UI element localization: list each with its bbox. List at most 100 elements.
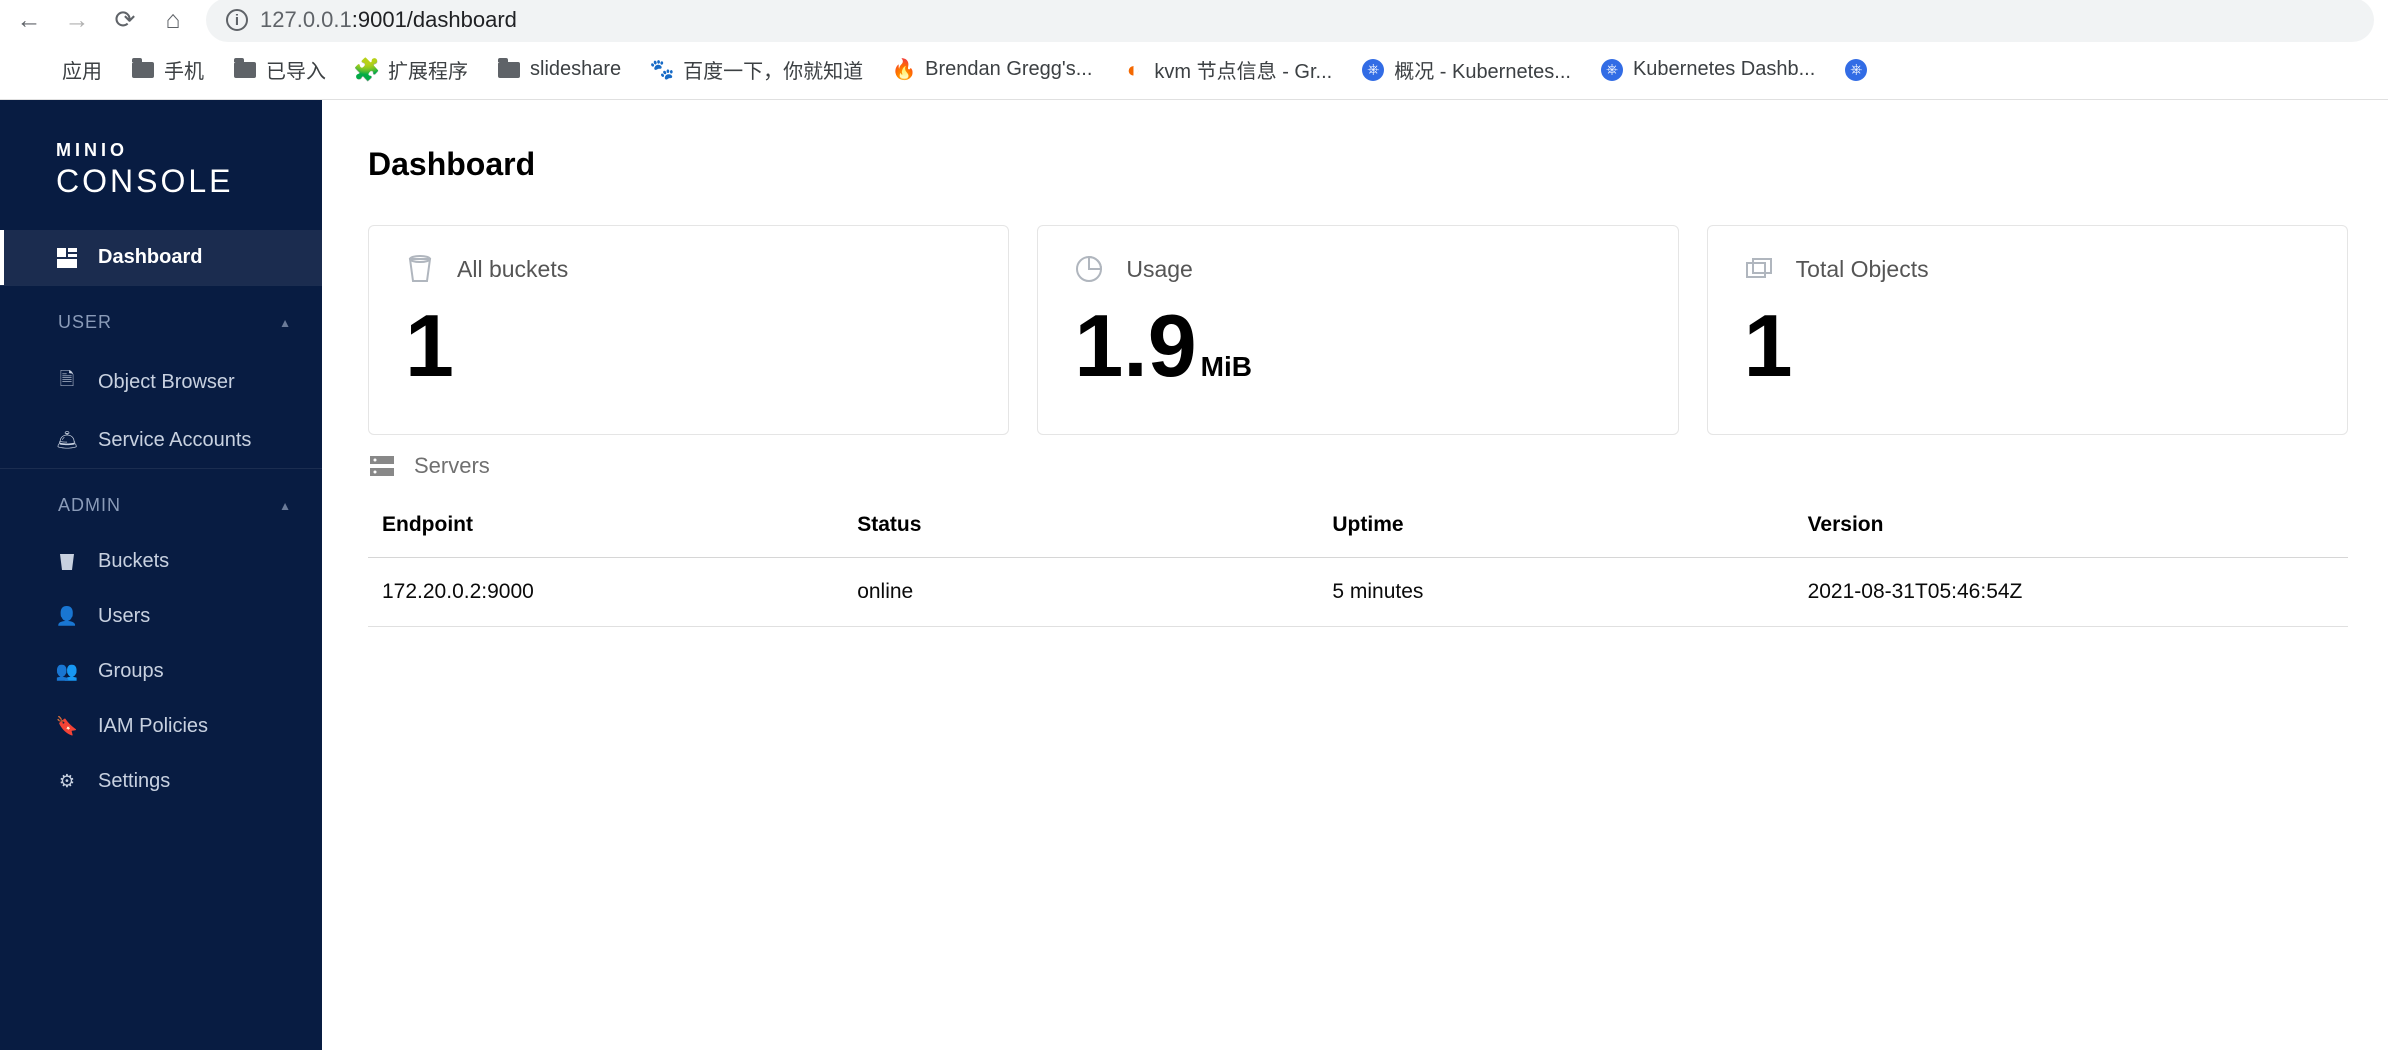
bookmark-label: 应用: [62, 55, 102, 84]
dashboard-icon: [56, 248, 78, 268]
reload-button[interactable]: ⟳: [110, 5, 140, 35]
bookmark-label: Kubernetes Dashb...: [1633, 58, 1815, 81]
kubernetes-icon: [1845, 59, 1867, 81]
sidebar-item-label: Service Accounts: [98, 429, 251, 452]
sidebar-section-label: ADMIN: [58, 495, 121, 516]
chevron-up-icon: ▲: [279, 499, 292, 513]
sidebar-item-groups[interactable]: 👥 Groups: [0, 644, 322, 699]
brand-line2: CONSOLE: [56, 163, 322, 200]
users-icon: 👥: [56, 661, 78, 682]
bookmark-label: kvm 节点信息 - Gr...: [1154, 55, 1332, 84]
bookmark-icon: 🔖: [56, 716, 78, 737]
servers-title: Servers: [414, 453, 490, 479]
main-content: Dashboard All buckets 1 Usage: [322, 100, 2388, 1050]
bookmark-label: 百度一下，你就知道: [683, 55, 863, 84]
card-usage: Usage 1.9 MiB: [1037, 225, 1678, 435]
folder-icon: [132, 59, 154, 81]
sidebar-item-label: Dashboard: [98, 246, 202, 269]
sidebar-item-buckets[interactable]: Buckets: [0, 534, 322, 589]
bookmark-extensions[interactable]: 🧩 扩展程序: [356, 55, 468, 84]
cell-version: 2021-08-31T05:46:54Z: [1794, 558, 2348, 627]
cell-status: online: [843, 558, 1318, 627]
puzzle-icon: 🧩: [356, 59, 378, 81]
sidebar-item-label: Buckets: [98, 550, 169, 573]
pie-icon: [1074, 254, 1104, 284]
browser-toolbar: ← → ⟳ ⌂ i 127.0.0.1:9001/dashboard: [0, 0, 2388, 40]
sidebar-item-iam-policies[interactable]: 🔖 IAM Policies: [0, 699, 322, 754]
sidebar-item-label: Object Browser: [98, 371, 235, 394]
grafana-icon: ◐: [1122, 59, 1144, 81]
col-status: Status: [843, 493, 1318, 558]
card-total-objects: Total Objects 1: [1707, 225, 2348, 435]
layers-icon: [1744, 254, 1774, 284]
bucket-icon: [405, 254, 435, 284]
bookmark-label: 概况 - Kubernetes...: [1394, 55, 1571, 84]
bookmark-more[interactable]: [1845, 59, 1867, 81]
address-bar[interactable]: i 127.0.0.1:9001/dashboard: [206, 0, 2374, 42]
brand-line1: MINIO: [56, 140, 322, 161]
card-value: 1.9: [1074, 302, 1196, 390]
kubernetes-icon: [1362, 59, 1384, 81]
bookmark-label: Brendan Gregg's...: [925, 58, 1092, 81]
site-info-icon[interactable]: i: [226, 9, 248, 31]
sidebar-item-label: Settings: [98, 770, 170, 793]
folder-icon: [234, 59, 256, 81]
bookmark-phone[interactable]: 手机: [132, 55, 204, 84]
bookmark-label: 扩展程序: [388, 55, 468, 84]
bookmark-kvm-grafana[interactable]: ◐ kvm 节点信息 - Gr...: [1122, 55, 1332, 84]
bookmark-apps[interactable]: 应用: [30, 55, 102, 84]
card-label: Usage: [1126, 256, 1192, 283]
gear-icon: ⚙: [56, 771, 78, 792]
sidebar-section-label: USER: [58, 312, 112, 333]
cloche-icon: 🛎: [56, 430, 78, 451]
servers-table: Endpoint Status Uptime Version 172.20.0.…: [368, 493, 2348, 627]
bookmark-label: 已导入: [266, 55, 326, 84]
servers-icon: [370, 456, 396, 476]
bookmark-baidu[interactable]: 🐾 百度一下，你就知道: [651, 55, 863, 84]
sidebar-item-object-browser[interactable]: 🗎 Object Browser: [0, 351, 322, 413]
folder-icon: [498, 59, 520, 81]
bookmark-k8s-dashboard[interactable]: Kubernetes Dashb...: [1601, 58, 1815, 81]
sidebar-item-label: Groups: [98, 660, 164, 683]
bookmark-brendan-gregg[interactable]: 🔥 Brendan Gregg's...: [893, 58, 1092, 81]
sidebar-section-user[interactable]: USER ▲: [0, 285, 322, 351]
apps-icon: [30, 59, 52, 81]
table-header-row: Endpoint Status Uptime Version: [368, 493, 2348, 558]
sidebar-item-users[interactable]: 👤 Users: [0, 589, 322, 644]
sidebar-item-dashboard[interactable]: Dashboard: [0, 230, 322, 285]
bookmark-k8s-overview[interactable]: 概况 - Kubernetes...: [1362, 55, 1571, 84]
sidebar: MINIO CONSOLE Dashboard USER ▲ 🗎 Object …: [0, 100, 322, 1050]
table-row[interactable]: 172.20.0.2:9000 online 5 minutes 2021-08…: [368, 558, 2348, 627]
bookmark-slideshare[interactable]: slideshare: [498, 58, 621, 81]
bookmarks-bar: 应用 手机 已导入 🧩 扩展程序 slideshare 🐾 百度一下，你就知道 …: [0, 40, 2388, 100]
card-all-buckets: All buckets 1: [368, 225, 1009, 435]
sidebar-item-label: Users: [98, 605, 150, 628]
kubernetes-icon: [1601, 59, 1623, 81]
flame-icon: 🔥: [893, 59, 915, 81]
sidebar-section-admin[interactable]: ADMIN ▲: [0, 468, 322, 534]
url-path: :9001/dashboard: [352, 7, 517, 32]
col-endpoint: Endpoint: [368, 493, 843, 558]
url-host: 127.0.0.1: [260, 7, 352, 32]
home-button[interactable]: ⌂: [158, 6, 188, 35]
card-unit: MiB: [1201, 353, 1252, 381]
bookmark-label: slideshare: [530, 58, 621, 81]
servers-heading: Servers: [370, 453, 2348, 479]
back-button[interactable]: ←: [14, 6, 44, 35]
cell-endpoint: 172.20.0.2:9000: [368, 558, 843, 627]
card-value: 1: [405, 302, 454, 390]
user-icon: 👤: [56, 606, 78, 627]
chevron-up-icon: ▲: [279, 316, 292, 330]
forward-button[interactable]: →: [62, 6, 92, 35]
page-title: Dashboard: [368, 146, 2348, 183]
sidebar-item-settings[interactable]: ⚙ Settings: [0, 754, 322, 809]
bookmark-label: 手机: [164, 55, 204, 84]
bookmark-imported[interactable]: 已导入: [234, 55, 326, 84]
bucket-icon: [56, 552, 78, 572]
sidebar-item-service-accounts[interactable]: 🛎 Service Accounts: [0, 413, 322, 468]
brand-logo: MINIO CONSOLE: [0, 100, 322, 230]
sidebar-item-label: IAM Policies: [98, 715, 208, 738]
card-label: Total Objects: [1796, 256, 1929, 283]
file-icon: 🗎: [56, 367, 78, 397]
paw-icon: 🐾: [651, 59, 673, 81]
